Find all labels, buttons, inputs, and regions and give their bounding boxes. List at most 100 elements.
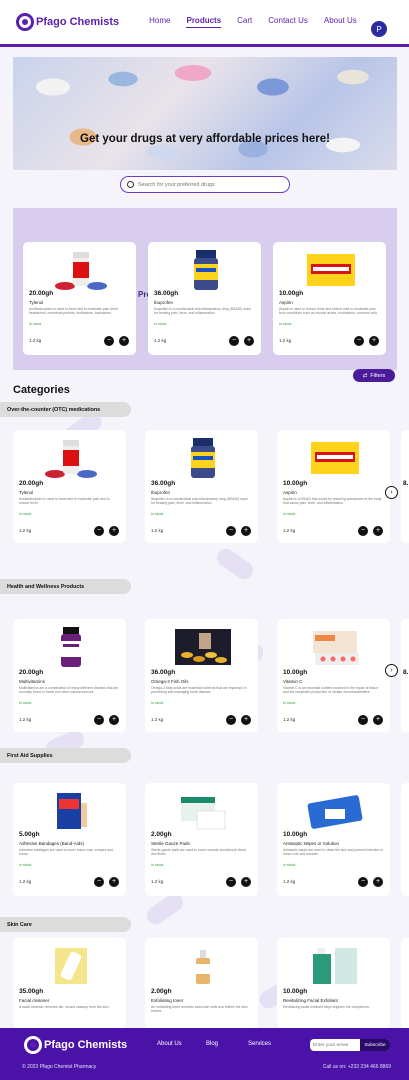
category-tab-first-aid[interactable]: First Aid Supplies bbox=[0, 748, 131, 763]
product-card[interactable]: 5.00gh Adhesive Bandages (Band-Aids) Adhes… bbox=[13, 783, 126, 896]
minus-button[interactable]: − bbox=[226, 526, 236, 536]
product-price: 36.00gh bbox=[151, 480, 176, 487]
category-tab-health-wellness[interactable]: Health and Wellness Products bbox=[0, 579, 131, 594]
stock-status: In stock bbox=[19, 512, 32, 516]
product-card[interactable]: 2.00gh Sterile Gauze Pads Sterile gauze pa… bbox=[145, 783, 258, 896]
plus-button[interactable]: + bbox=[244, 336, 254, 346]
plus-button[interactable]: + bbox=[241, 526, 251, 536]
subscribe-button[interactable]: Subscribe bbox=[360, 1039, 390, 1051]
minus-button[interactable]: − bbox=[358, 526, 368, 536]
plus-button[interactable]: + bbox=[373, 877, 383, 887]
plus-button[interactable]: + bbox=[241, 877, 251, 887]
product-name: Tylenol bbox=[29, 300, 44, 305]
product-price: 20.00gh bbox=[29, 290, 54, 297]
minus-button[interactable]: − bbox=[354, 336, 364, 346]
plus-button[interactable]: + bbox=[109, 526, 119, 536]
category-tab-skin-care[interactable]: Skin Care bbox=[0, 917, 131, 932]
next-arrow-icon[interactable]: › bbox=[385, 486, 398, 499]
plus-button[interactable]: + bbox=[369, 336, 379, 346]
brand-logo[interactable]: Pfago Chemists bbox=[16, 13, 119, 31]
product-card[interactable]: 20.00gh Tylenol Acetaminophen is used to t… bbox=[23, 242, 136, 355]
minus-button[interactable]: − bbox=[94, 877, 104, 887]
product-image bbox=[173, 436, 231, 480]
filters-button[interactable]: ⇄ Filters bbox=[353, 369, 395, 382]
product-price: 36.00gh bbox=[154, 290, 179, 297]
product-image bbox=[173, 625, 231, 669]
product-name: Aspirin bbox=[283, 490, 297, 495]
product-card[interactable]: 36.00gh Ibuprofen Ibuprofen is a nonsteroi… bbox=[148, 242, 261, 355]
product-card[interactable]: 10.00gh Revitalizing Facial Exfoliant Revi… bbox=[277, 938, 390, 1028]
nav-contact-us[interactable]: Contact Us bbox=[268, 16, 308, 28]
minus-button[interactable]: − bbox=[358, 715, 368, 725]
product-card[interactable]: 36.00gh Omega-3 Fish Oils Omega-3 fatty ac… bbox=[145, 619, 258, 732]
footer-link-about[interactable]: About Us bbox=[157, 1041, 182, 1047]
stock-status: In stock bbox=[151, 512, 164, 516]
footer-logo[interactable]: Pfago Chemists bbox=[24, 1036, 127, 1054]
nav-home[interactable]: Home bbox=[149, 16, 170, 28]
footer-link-services[interactable]: Services bbox=[248, 1041, 271, 1047]
stock-status: In stock bbox=[19, 701, 32, 705]
category-tab-otc[interactable]: Over-the-counter (OTC) medications bbox=[0, 402, 131, 417]
minus-button[interactable]: − bbox=[358, 877, 368, 887]
plus-button[interactable]: + bbox=[241, 715, 251, 725]
product-description: Aspirin is a NSAID that works by reducin… bbox=[283, 497, 382, 506]
product-name: Antiseptic Wipes or Solution bbox=[283, 841, 340, 846]
product-weight: 1.2 kg bbox=[154, 338, 167, 343]
minus-button[interactable]: − bbox=[226, 715, 236, 725]
product-weight: 1.2 kg bbox=[19, 879, 32, 884]
search-bar[interactable] bbox=[120, 176, 290, 193]
footer-link-blog[interactable]: Blog bbox=[206, 1041, 218, 1047]
product-card[interactable]: 10.00gh Aspirin Aspirin is used to reduce … bbox=[273, 242, 386, 355]
product-card[interactable]: 10.00gh Antiseptic Wipes or Solution Antis… bbox=[277, 783, 390, 896]
product-description: Revitalizing facial exfoliant helps brig… bbox=[283, 1005, 370, 1009]
product-card[interactable]: 10.00gh Vitamin C Vitamin C is an essentia… bbox=[277, 619, 390, 732]
categories-title: Categories bbox=[13, 384, 70, 396]
minus-button[interactable]: − bbox=[104, 336, 114, 346]
logo-icon bbox=[24, 1036, 42, 1054]
stock-status: In stock bbox=[151, 701, 164, 705]
plus-button[interactable]: + bbox=[109, 715, 119, 725]
user-avatar[interactable]: P bbox=[371, 21, 387, 37]
product-price: 10.00gh bbox=[283, 480, 308, 487]
stock-status: In stock bbox=[283, 512, 296, 516]
search-input[interactable] bbox=[138, 181, 278, 188]
product-card[interactable]: 35.00gh Facial cleanser A facial cleanser … bbox=[13, 938, 126, 1028]
minus-button[interactable]: − bbox=[94, 526, 104, 536]
footer: Pfago Chemists About Us Blog Services Su… bbox=[0, 1028, 409, 1080]
hero-banner: Get your drugs at very affordable prices… bbox=[13, 57, 397, 170]
nav-cart[interactable]: Cart bbox=[237, 16, 252, 28]
nav-products[interactable]: Products bbox=[186, 16, 222, 28]
product-image bbox=[41, 436, 99, 480]
product-name: Multivitamins bbox=[19, 679, 46, 684]
product-card[interactable]: 10.00gh Aspirin Aspirin is a NSAID that wo… bbox=[277, 430, 390, 543]
minus-button[interactable]: − bbox=[229, 336, 239, 346]
plus-button[interactable]: + bbox=[373, 526, 383, 536]
product-card[interactable]: 20.00gh Multivitamins Multivitamins are a … bbox=[13, 619, 126, 732]
minus-button[interactable]: − bbox=[94, 715, 104, 725]
product-card[interactable]: 2.00gh Exfoliating toner An exfoliating to… bbox=[145, 938, 258, 1028]
product-image bbox=[305, 436, 363, 480]
filters-label: Filters bbox=[370, 372, 386, 379]
product-card[interactable]: 20.00gh Tylenol Acetaminophen is used to t… bbox=[13, 430, 126, 543]
product-card-peek[interactable] bbox=[401, 783, 409, 896]
email-field[interactable] bbox=[313, 1042, 361, 1048]
nav-links: Home Products Cart Contact Us About Us bbox=[149, 16, 357, 28]
next-arrow-icon[interactable]: › bbox=[385, 664, 398, 677]
product-card-peek[interactable] bbox=[401, 938, 409, 1028]
stock-status: In stock bbox=[29, 322, 42, 326]
product-price: 2.00gh bbox=[151, 831, 172, 838]
product-description: An exfoliating toner removes dead skin c… bbox=[151, 1005, 248, 1014]
product-description: Sterile gauze pads are used to cover wou… bbox=[151, 848, 247, 857]
search-icon bbox=[127, 181, 134, 188]
product-weight: 1.2 kg bbox=[151, 528, 164, 533]
plus-button[interactable]: + bbox=[373, 715, 383, 725]
plus-button[interactable]: + bbox=[109, 877, 119, 887]
product-weight: 1.2 kg bbox=[283, 528, 296, 533]
product-card[interactable]: 36.00gh Ibuprofen Ibuprofen is a nonsteroi… bbox=[145, 430, 258, 543]
nav-about-us[interactable]: About Us bbox=[324, 16, 357, 28]
product-image bbox=[305, 625, 363, 669]
product-price: 10.00gh bbox=[283, 669, 308, 676]
minus-button[interactable]: − bbox=[226, 877, 236, 887]
stock-status: In stock bbox=[283, 701, 296, 705]
plus-button[interactable]: + bbox=[119, 336, 129, 346]
